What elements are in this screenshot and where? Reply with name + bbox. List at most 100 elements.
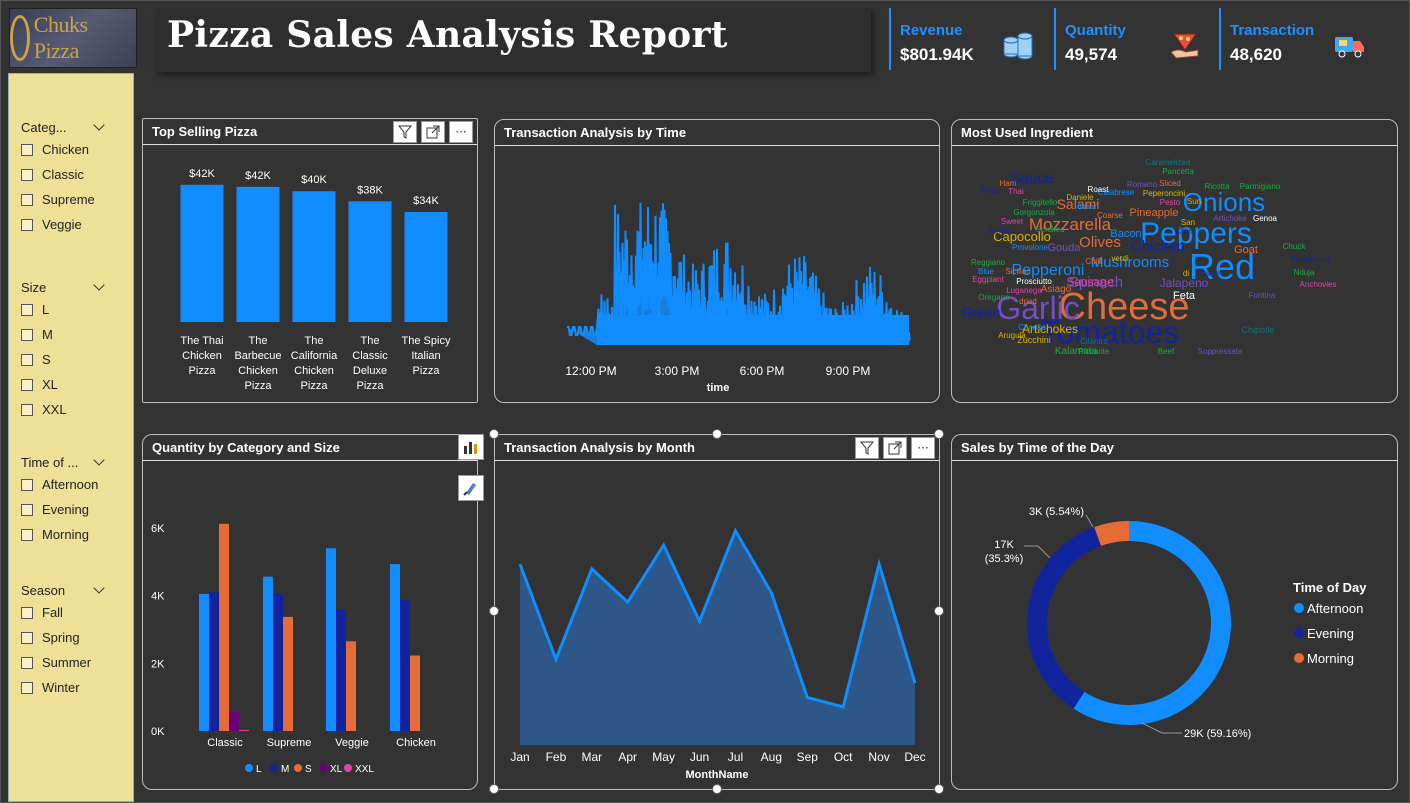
- checkbox[interactable]: [21, 606, 33, 619]
- category-label: Chicken: [238, 365, 278, 377]
- slicer-option[interactable]: Spring: [21, 625, 131, 650]
- page-title: Pizza Sales Analysis Report: [167, 14, 728, 56]
- slicer-option[interactable]: Veggie: [21, 212, 131, 237]
- word: Sausage: [1066, 275, 1114, 289]
- x-tick-label: Aug: [761, 750, 782, 764]
- chevron-down-icon[interactable]: [93, 279, 105, 291]
- slicer-option[interactable]: Evening: [21, 497, 131, 522]
- data-label: $42K: [245, 170, 271, 182]
- resize-handle[interactable]: [712, 429, 722, 439]
- word: Goat: [1234, 244, 1258, 256]
- filter-icon[interactable]: [855, 437, 879, 459]
- resize-handle[interactable]: [489, 784, 499, 794]
- checkbox[interactable]: [21, 353, 33, 366]
- more-options-icon[interactable]: ···: [449, 121, 473, 143]
- checkbox[interactable]: [21, 528, 33, 541]
- resize-handle[interactable]: [934, 606, 944, 616]
- word: Chipotle: [1241, 325, 1274, 335]
- slicer-option[interactable]: XXL: [21, 397, 131, 422]
- slicer-header[interactable]: Season: [21, 580, 131, 600]
- resize-handle[interactable]: [489, 429, 499, 439]
- chevron-down-icon[interactable]: [93, 454, 105, 466]
- checkbox[interactable]: [21, 403, 33, 416]
- top-selling-panel[interactable]: Top Selling Pizza ··· $42K The Thai Chicke…: [142, 118, 478, 403]
- slicer-option[interactable]: Morning: [21, 522, 131, 547]
- category-label: Chicken: [182, 350, 222, 362]
- time-of-day-panel[interactable]: Sales by Time of the Day 29K (59.16%) 17K…: [951, 434, 1398, 790]
- focus-mode-icon[interactable]: [421, 121, 445, 143]
- bar: [348, 201, 392, 322]
- paintbrush-icon[interactable]: [458, 475, 484, 501]
- resize-handle[interactable]: [712, 784, 722, 794]
- panel-title: Most Used Ingredient: [952, 120, 1397, 146]
- slicer-option[interactable]: Classic: [21, 162, 131, 187]
- checkbox[interactable]: [21, 328, 33, 341]
- leader-line: [1085, 514, 1094, 528]
- word: Oregano: [978, 293, 1010, 302]
- checkbox[interactable]: [21, 378, 33, 391]
- category-label: The: [249, 335, 268, 347]
- chevron-down-icon[interactable]: [93, 582, 105, 594]
- focus-mode-icon[interactable]: [883, 437, 907, 459]
- checkbox[interactable]: [21, 478, 33, 491]
- category-label: The Thai: [180, 335, 223, 347]
- slicer-option[interactable]: Fall: [21, 600, 131, 625]
- slicer-option[interactable]: Summer: [21, 650, 131, 675]
- bar: [209, 592, 219, 731]
- slicer-option[interactable]: Afternoon: [21, 472, 131, 497]
- category-label: The Spicy: [402, 335, 451, 347]
- slicer-header[interactable]: Time of ...: [21, 452, 131, 472]
- word: Beef: [1158, 347, 1175, 356]
- filter-icon[interactable]: [393, 121, 417, 143]
- option-label: XL: [42, 377, 58, 392]
- bar: [292, 191, 336, 322]
- slicer-option[interactable]: Chicken: [21, 137, 131, 162]
- checkbox[interactable]: [21, 656, 33, 669]
- legend-dot: [1294, 603, 1304, 613]
- chevron-down-icon[interactable]: [93, 119, 105, 131]
- resize-handle[interactable]: [934, 429, 944, 439]
- legend-label: M: [281, 764, 289, 775]
- more-options-icon[interactable]: ···: [911, 437, 935, 459]
- word: Pineapple: [1130, 207, 1179, 219]
- slicer-option[interactable]: M: [21, 322, 131, 347]
- y-tick-label: 4K: [151, 591, 165, 603]
- slicer-option[interactable]: Supreme: [21, 187, 131, 212]
- category-label: Chicken: [396, 737, 436, 749]
- word: Jalapeno: [1160, 276, 1209, 290]
- x-tick-label: 9:00 PM: [826, 364, 871, 378]
- month-panel[interactable]: Transaction Analysis by Month ··· Jan Feb…: [494, 434, 940, 790]
- category-size-panel[interactable]: Quantity by Category and Size 0K 2K 4K 6K Cl…: [142, 434, 478, 790]
- bar: [346, 641, 356, 731]
- bar: [180, 184, 224, 322]
- slicer-option[interactable]: Winter: [21, 675, 131, 700]
- slicer-header[interactable]: Categ...: [21, 117, 131, 137]
- slice-label: 3K (5.54%): [1029, 506, 1084, 518]
- legend-dot: [270, 764, 278, 772]
- checkbox[interactable]: [21, 168, 33, 181]
- resize-handle[interactable]: [934, 784, 944, 794]
- slicer-option[interactable]: L: [21, 297, 131, 322]
- time-of-day-slicer: Time of ... Afternoon Evening Morning: [21, 452, 131, 547]
- checkbox[interactable]: [21, 631, 33, 644]
- checkbox[interactable]: [21, 193, 33, 206]
- checkbox[interactable]: [21, 503, 33, 516]
- word: Sliced: [1159, 179, 1181, 188]
- checkbox[interactable]: [21, 143, 33, 156]
- ingredient-panel[interactable]: Most Used Ingredient Cheese Garlic Tomatoe…: [951, 119, 1398, 403]
- option-label: Supreme: [42, 192, 95, 207]
- slicer-option[interactable]: S: [21, 347, 131, 372]
- time-panel[interactable]: Transaction Analysis by Time 12:00 PM 3:0…: [494, 119, 940, 403]
- leader-line: [1141, 722, 1182, 734]
- checkbox[interactable]: [21, 218, 33, 231]
- format-visual-icon[interactable]: [458, 434, 484, 460]
- option-label: M: [42, 327, 53, 342]
- resize-handle[interactable]: [489, 606, 499, 616]
- slicer-header[interactable]: Size: [21, 277, 131, 297]
- word: Pesto: [1160, 198, 1181, 207]
- option-label: Chicken: [42, 142, 89, 157]
- checkbox[interactable]: [21, 681, 33, 694]
- word: Green: [962, 304, 1001, 320]
- checkbox[interactable]: [21, 303, 33, 316]
- slicer-option[interactable]: XL: [21, 372, 131, 397]
